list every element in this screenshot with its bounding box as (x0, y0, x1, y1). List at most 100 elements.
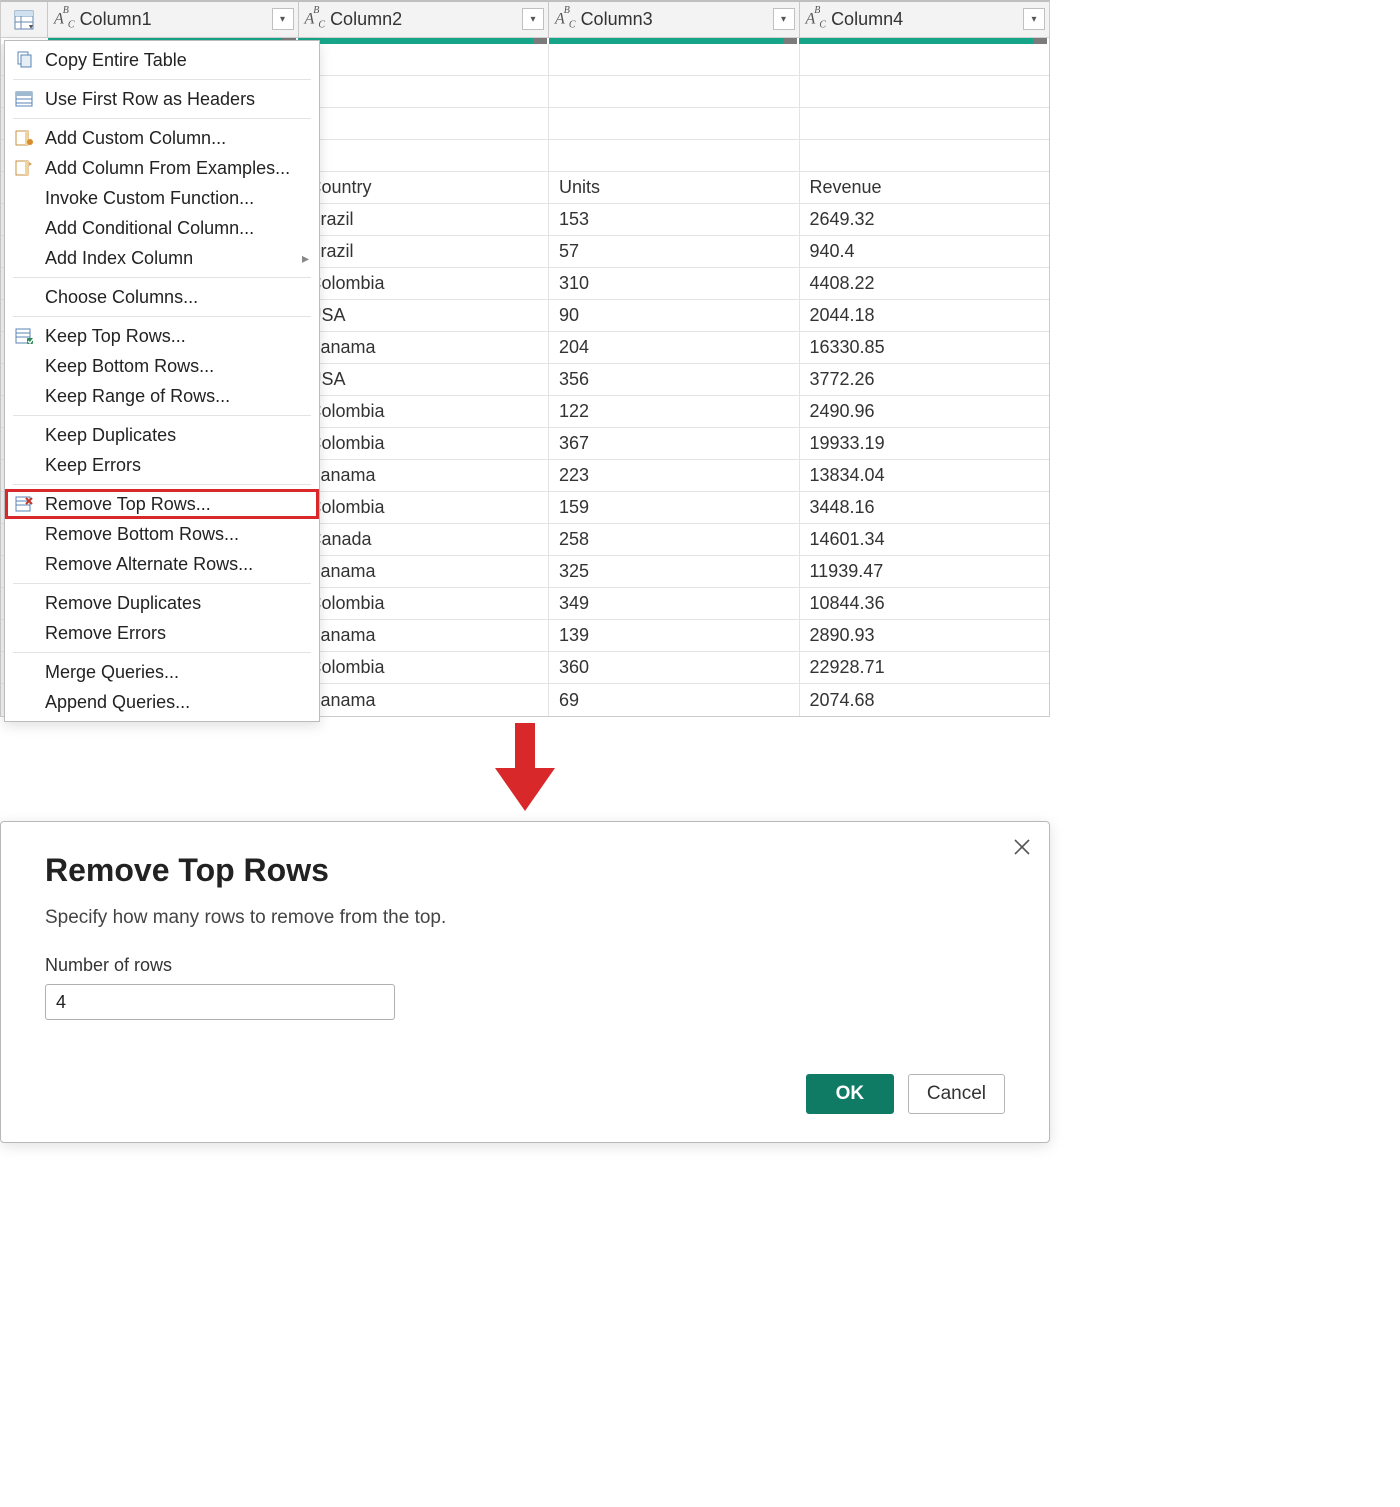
menu-use-first-row-as-headers[interactable]: Use First Row as Headers (5, 84, 319, 114)
type-text-icon: ABC (806, 9, 826, 31)
menu-keep-top-rows[interactable]: Keep Top Rows... (5, 321, 319, 351)
column-header-2[interactable]: ABC Column2 ▾ (299, 2, 550, 37)
menu-label: Add Index Column (45, 248, 193, 269)
table-cell[interactable] (299, 108, 550, 139)
table-cell[interactable]: 69 (549, 684, 800, 716)
table-cell[interactable]: Colombia (299, 268, 550, 299)
table-cell[interactable]: 325 (549, 556, 800, 587)
filter-dropdown-icon[interactable]: ▾ (272, 8, 294, 30)
table-cell[interactable]: 10844.36 (800, 588, 1050, 619)
table-cell[interactable]: 2044.18 (800, 300, 1050, 331)
menu-choose-columns[interactable]: Choose Columns... (5, 282, 319, 312)
table-cell[interactable]: Panama (299, 460, 550, 491)
table-cell[interactable]: 3772.26 (800, 364, 1050, 395)
menu-add-conditional-column[interactable]: Add Conditional Column... (5, 213, 319, 243)
table-cell[interactable]: 258 (549, 524, 800, 555)
table-cell[interactable]: USA (299, 364, 550, 395)
menu-keep-duplicates[interactable]: Keep Duplicates (5, 420, 319, 450)
column-header-4[interactable]: ABC Column4 ▾ (800, 2, 1050, 37)
column-header-1[interactable]: ABC Column1 ▾ (48, 2, 299, 37)
filter-dropdown-icon[interactable]: ▾ (773, 8, 795, 30)
table-cell[interactable]: 2490.96 (800, 396, 1050, 427)
menu-remove-duplicates[interactable]: Remove Duplicates (5, 588, 319, 618)
table-cell[interactable]: Units (549, 172, 800, 203)
table-cell[interactable] (800, 76, 1050, 107)
table-cell[interactable]: 204 (549, 332, 800, 363)
table-cell[interactable] (800, 140, 1050, 171)
filter-dropdown-icon[interactable]: ▾ (522, 8, 544, 30)
table-cell[interactable]: Revenue (800, 172, 1050, 203)
table-cell[interactable] (299, 140, 550, 171)
menu-keep-errors[interactable]: Keep Errors (5, 450, 319, 480)
table-cell[interactable]: Canada (299, 524, 550, 555)
table-cell[interactable]: Colombia (299, 428, 550, 459)
table-cell[interactable]: 16330.85 (800, 332, 1050, 363)
table-cell[interactable]: 159 (549, 492, 800, 523)
table-cell[interactable]: 940.4 (800, 236, 1050, 267)
table-cell[interactable]: Colombia (299, 652, 550, 683)
table-cell[interactable] (299, 44, 550, 75)
menu-add-index-column[interactable]: Add Index Column ▸ (5, 243, 319, 273)
menu-keep-bottom-rows[interactable]: Keep Bottom Rows... (5, 351, 319, 381)
table-cell[interactable]: 2649.32 (800, 204, 1050, 235)
table-cell[interactable]: 11939.47 (800, 556, 1050, 587)
table-cell[interactable]: 19933.19 (800, 428, 1050, 459)
menu-append-queries[interactable]: Append Queries... (5, 687, 319, 717)
table-cell[interactable]: 57 (549, 236, 800, 267)
table-cell[interactable]: Brazil (299, 204, 550, 235)
table-cell[interactable]: Colombia (299, 492, 550, 523)
table-cell[interactable]: 122 (549, 396, 800, 427)
table-cell[interactable]: Country (299, 172, 550, 203)
table-cell[interactable]: 223 (549, 460, 800, 491)
menu-add-custom-column[interactable]: Add Custom Column... (5, 123, 319, 153)
table-cell[interactable]: 367 (549, 428, 800, 459)
menu-add-column-from-examples[interactable]: Add Column From Examples... (5, 153, 319, 183)
table-cell[interactable]: 2074.68 (800, 684, 1050, 716)
table-cell[interactable]: 3448.16 (800, 492, 1050, 523)
table-cell[interactable]: 360 (549, 652, 800, 683)
table-cell[interactable]: USA (299, 300, 550, 331)
table-cell[interactable]: Panama (299, 556, 550, 587)
table-menu-button[interactable] (1, 2, 48, 37)
menu-remove-errors[interactable]: Remove Errors (5, 618, 319, 648)
table-cell[interactable]: 356 (549, 364, 800, 395)
menu-remove-alternate-rows[interactable]: Remove Alternate Rows... (5, 549, 319, 579)
table-cell[interactable]: 153 (549, 204, 800, 235)
table-cell[interactable]: 90 (549, 300, 800, 331)
menu-copy-entire-table[interactable]: Copy Entire Table (5, 45, 319, 75)
table-cell[interactable]: Brazil (299, 236, 550, 267)
table-cell[interactable]: 349 (549, 588, 800, 619)
table-cell[interactable]: 2890.93 (800, 620, 1050, 651)
table-cell[interactable] (800, 44, 1050, 75)
table-cell[interactable] (549, 44, 800, 75)
table-cell[interactable]: 14601.34 (800, 524, 1050, 555)
table-cell[interactable]: Panama (299, 684, 550, 716)
table-cell[interactable]: 4408.22 (800, 268, 1050, 299)
table-cell[interactable]: 22928.71 (800, 652, 1050, 683)
table-cell[interactable]: Colombia (299, 588, 550, 619)
column-name: Column2 (330, 9, 402, 30)
menu-remove-top-rows[interactable]: Remove Top Rows... (5, 489, 319, 519)
table-cell[interactable] (299, 76, 550, 107)
menu-merge-queries[interactable]: Merge Queries... (5, 657, 319, 687)
menu-keep-range-of-rows[interactable]: Keep Range of Rows... (5, 381, 319, 411)
ok-button[interactable]: OK (806, 1074, 894, 1114)
menu-remove-bottom-rows[interactable]: Remove Bottom Rows... (5, 519, 319, 549)
cancel-button[interactable]: Cancel (908, 1074, 1005, 1114)
table-cell[interactable]: 139 (549, 620, 800, 651)
table-cell[interactable] (549, 140, 800, 171)
number-of-rows-input[interactable] (45, 984, 395, 1020)
column-header-3[interactable]: ABC Column3 ▾ (549, 2, 800, 37)
menu-invoke-custom-function[interactable]: Invoke Custom Function... (5, 183, 319, 213)
table-cell[interactable]: Colombia (299, 396, 550, 427)
custom-column-icon (13, 128, 35, 148)
close-button[interactable] (1013, 836, 1031, 862)
table-cell[interactable]: 13834.04 (800, 460, 1050, 491)
table-cell[interactable] (800, 108, 1050, 139)
table-cell[interactable]: Panama (299, 620, 550, 651)
table-cell[interactable]: Panama (299, 332, 550, 363)
filter-dropdown-icon[interactable]: ▾ (1023, 8, 1045, 30)
table-cell[interactable] (549, 76, 800, 107)
table-cell[interactable] (549, 108, 800, 139)
table-cell[interactable]: 310 (549, 268, 800, 299)
